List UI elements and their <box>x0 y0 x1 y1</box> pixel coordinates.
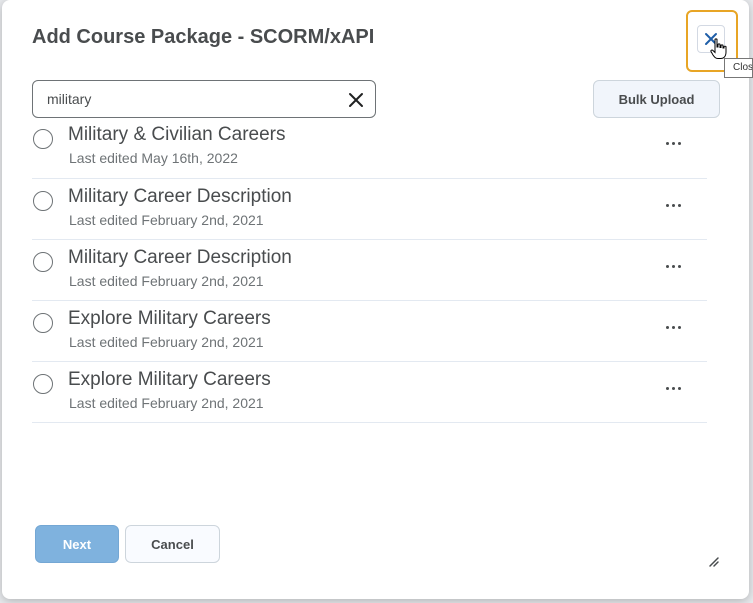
add-course-package-dialog: Add Course Package - SCORM/xAPI military… <box>2 0 749 599</box>
radio-button[interactable] <box>33 129 53 149</box>
more-options-icon[interactable] <box>662 258 684 274</box>
close-tooltip: Close <box>724 58 753 78</box>
list-item[interactable]: Military Career Description Last edited … <box>32 179 707 240</box>
radio-button[interactable] <box>33 252 53 272</box>
list-item[interactable]: Military & Civilian Careers Last edited … <box>32 118 707 179</box>
item-title: Explore Military Careers <box>68 369 271 390</box>
package-list: Military & Civilian Careers Last edited … <box>32 118 707 423</box>
item-subtitle: Last edited May 16th, 2022 <box>69 150 238 166</box>
next-button[interactable]: Next <box>35 525 119 563</box>
clear-search-icon[interactable] <box>347 91 365 109</box>
item-title: Military Career Description <box>68 247 292 268</box>
hand-cursor-icon <box>710 38 727 59</box>
item-subtitle: Last edited February 2nd, 2021 <box>69 273 264 289</box>
list-item[interactable]: Explore Military Careers Last edited Feb… <box>32 301 707 362</box>
search-input[interactable]: military <box>32 80 376 118</box>
more-options-icon[interactable] <box>662 380 684 396</box>
item-title: Explore Military Careers <box>68 308 271 329</box>
item-title: Military Career Description <box>68 186 292 207</box>
radio-button[interactable] <box>33 374 53 394</box>
radio-button[interactable] <box>33 191 53 211</box>
item-subtitle: Last edited February 2nd, 2021 <box>69 334 264 350</box>
resize-handle-icon[interactable] <box>706 554 720 568</box>
list-item[interactable]: Explore Military Careers Last edited Feb… <box>32 362 707 423</box>
cancel-button[interactable]: Cancel <box>125 525 220 563</box>
item-title: Military & Civilian Careers <box>68 124 286 145</box>
radio-button[interactable] <box>33 313 53 333</box>
more-options-icon[interactable] <box>662 197 684 213</box>
more-options-icon[interactable] <box>662 135 684 151</box>
more-options-icon[interactable] <box>662 319 684 335</box>
item-subtitle: Last edited February 2nd, 2021 <box>69 212 264 228</box>
bulk-upload-button[interactable]: Bulk Upload <box>593 80 720 118</box>
list-item[interactable]: Military Career Description Last edited … <box>32 240 707 301</box>
item-subtitle: Last edited February 2nd, 2021 <box>69 395 264 411</box>
search-input-value[interactable]: military <box>47 91 91 107</box>
dialog-title: Add Course Package - SCORM/xAPI <box>32 26 375 48</box>
